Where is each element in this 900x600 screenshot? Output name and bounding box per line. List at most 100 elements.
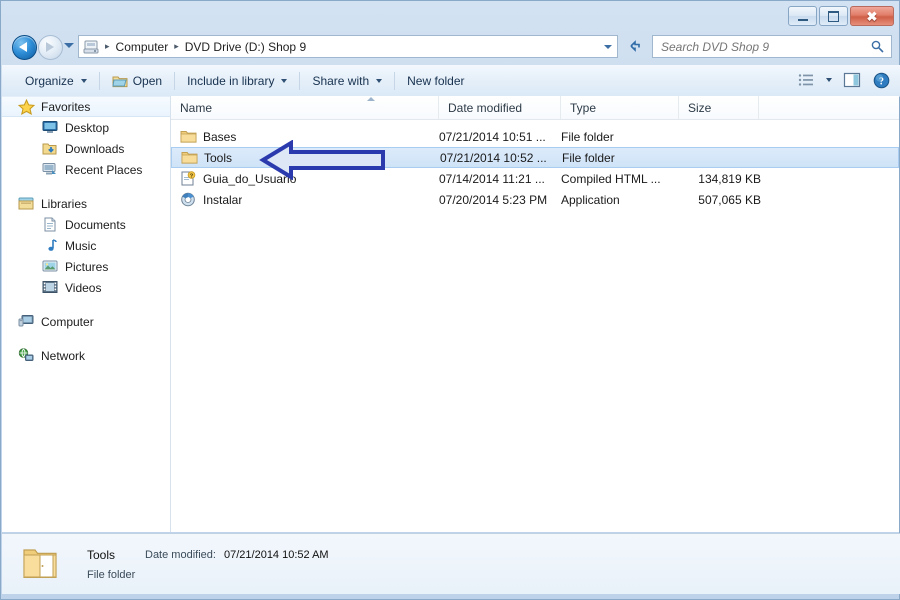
sidebar-item-recent-places[interactable]: Recent Places	[2, 159, 170, 180]
details-date-value: 07/21/2014 10:52 AM	[224, 549, 329, 561]
folder-large-icon	[22, 546, 58, 580]
navigation-pane[interactable]: Favorites Desktop Downloads Recent Place…	[2, 96, 171, 532]
chevron-down-icon	[376, 78, 383, 83]
include-in-library-label: Include in library	[187, 73, 275, 88]
sidebar-item-downloads[interactable]: Downloads	[2, 138, 170, 159]
file-rows: Bases 07/21/2014 10:51 ... File folder T…	[171, 126, 899, 210]
row-date-cell: 07/20/2014 5:23 PM	[439, 192, 548, 207]
row-date-cell: 07/21/2014 10:52 ...	[440, 150, 547, 165]
change-view-button[interactable]	[793, 68, 819, 92]
table-row[interactable]: Instalar 07/20/2014 5:23 PM Application …	[171, 189, 899, 210]
help-icon: ?	[873, 72, 889, 88]
music-icon	[42, 238, 59, 254]
row-name-text: Tools	[204, 150, 233, 165]
folder-icon	[180, 129, 197, 145]
search-box[interactable]	[652, 35, 892, 58]
forward-button[interactable]	[38, 35, 63, 60]
nav-label-pictures: Pictures	[65, 259, 109, 274]
include-in-library-button[interactable]: Include in library	[178, 69, 296, 93]
sidebar-item-videos[interactable]: Videos	[2, 277, 170, 298]
maximize-icon	[828, 10, 839, 22]
open-button[interactable]: Open	[103, 69, 171, 93]
window-controls: ✖	[788, 6, 894, 26]
videos-icon	[42, 280, 59, 296]
computer-icon	[18, 314, 35, 330]
sidebar-item-documents[interactable]: Documents	[2, 214, 170, 235]
title-bar: ✖	[2, 2, 900, 32]
libraries-icon	[18, 196, 35, 212]
back-button[interactable]	[12, 35, 37, 60]
row-name-text: Guia_do_Usuario	[203, 171, 297, 186]
chm-help-icon: ?	[180, 170, 197, 187]
sidebar-item-network[interactable]: Network	[2, 345, 170, 366]
column-header-name[interactable]: Name	[171, 96, 439, 119]
command-toolbar: Organize Open Include in library Share w…	[2, 65, 900, 97]
details-file-name: Tools	[87, 548, 116, 562]
row-name-cell: Instalar	[180, 192, 242, 208]
recent-pages-dropdown[interactable]	[64, 43, 74, 48]
row-name-text: Instalar	[203, 192, 243, 207]
nav-label-computer: Computer	[41, 314, 94, 329]
organize-button[interactable]: Organize	[16, 69, 96, 93]
details-file-type: File folder	[87, 569, 136, 581]
folder-icon	[181, 150, 198, 166]
row-date-cell: 07/21/2014 10:51 ...	[439, 129, 546, 144]
preview-pane-button[interactable]	[839, 68, 865, 92]
chevron-down-icon	[281, 78, 288, 83]
desktop-icon	[42, 120, 59, 136]
nav-group-libraries[interactable]: Libraries	[2, 193, 170, 214]
new-folder-label: New folder	[407, 73, 465, 88]
close-icon: ✖	[866, 8, 878, 24]
table-row[interactable]: Bases 07/21/2014 10:51 ... File folder	[171, 126, 899, 147]
refresh-button[interactable]	[622, 35, 648, 58]
minimize-icon	[797, 16, 808, 21]
forward-arrow-icon	[46, 42, 54, 52]
sort-ascending-icon	[367, 97, 375, 101]
nav-group-favorites[interactable]: Favorites	[2, 96, 170, 117]
close-button[interactable]: ✖	[850, 6, 894, 26]
share-with-label: Share with	[312, 73, 370, 88]
row-size-cell: 507,065 KB	[698, 192, 761, 207]
address-bar[interactable]: ▸ Computer ▸ DVD Drive (D:) Shop 9	[78, 35, 618, 58]
nav-label-videos: Videos	[65, 280, 102, 295]
breadcrumb-computer[interactable]: Computer	[114, 40, 171, 54]
sidebar-item-desktop[interactable]: Desktop	[2, 117, 170, 138]
sidebar-item-computer[interactable]: Computer	[2, 311, 170, 332]
table-row[interactable]: ? Guia_do_Usuario 07/14/2014 11:21 ... C…	[171, 168, 899, 189]
explorer-window: ✖ ▸ Computer ▸ DVD Drive (D:) Shop 9 Sea…	[0, 0, 900, 600]
row-name-cell: ? Guia_do_Usuario	[180, 170, 297, 187]
minimize-button[interactable]	[788, 6, 817, 26]
network-icon	[18, 347, 35, 364]
row-type-cell: File folder	[561, 129, 614, 144]
file-list-pane[interactable]: Name Date modified Type Size Bases 07/21…	[171, 96, 899, 532]
column-header-date-modified[interactable]: Date modified	[439, 96, 561, 119]
sidebar-item-music[interactable]: Music	[2, 235, 170, 256]
row-type-cell: Application	[561, 192, 620, 207]
new-folder-button[interactable]: New folder	[398, 69, 473, 93]
row-name-text: Bases	[203, 129, 237, 144]
view-dropdown-button[interactable]	[822, 68, 836, 92]
share-with-button[interactable]: Share with	[303, 69, 391, 93]
breadcrumb-dvd-drive[interactable]: DVD Drive (D:) Shop 9	[183, 40, 308, 54]
breadcrumb-separator-1: ▸	[174, 41, 179, 51]
row-name-cell: Tools	[181, 150, 232, 166]
table-row[interactable]: Tools 07/21/2014 10:52 ... File folder	[171, 147, 899, 168]
preview-pane-icon	[843, 72, 861, 88]
pictures-icon	[42, 259, 59, 275]
nav-label-desktop: Desktop	[65, 120, 110, 135]
search-input[interactable]	[659, 38, 863, 55]
breadcrumb-separator-0: ▸	[105, 41, 110, 51]
details-pane: Tools Date modified: 07/21/2014 10:52 AM…	[2, 533, 900, 594]
recent-places-icon	[42, 162, 59, 178]
sidebar-item-pictures[interactable]: Pictures	[2, 256, 170, 277]
maximize-button[interactable]	[819, 6, 848, 26]
address-bar-row: ▸ Computer ▸ DVD Drive (D:) Shop 9	[2, 32, 900, 63]
column-header-type[interactable]: Type	[561, 96, 679, 119]
nav-label-network: Network	[41, 348, 86, 363]
column-header-size[interactable]: Size	[679, 96, 759, 119]
address-dropdown-button[interactable]	[599, 36, 617, 57]
help-button[interactable]: ?	[868, 68, 894, 92]
nav-label-favorites: Favorites	[41, 99, 91, 114]
